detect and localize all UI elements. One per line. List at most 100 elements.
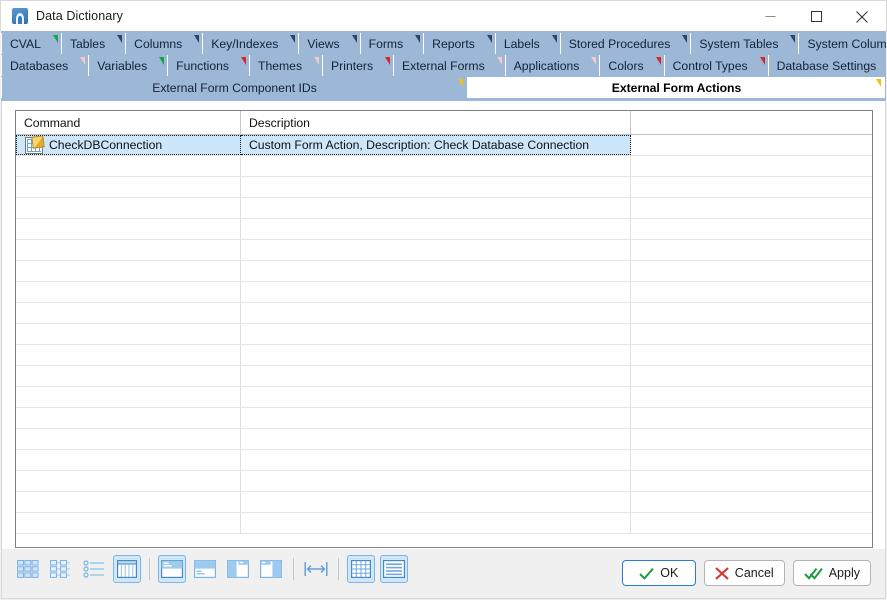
table-row[interactable] <box>16 450 872 471</box>
tab-variables[interactable]: Variables <box>88 55 168 76</box>
ok-button[interactable]: OK <box>621 560 696 586</box>
tab-reports[interactable]: Reports <box>423 33 495 54</box>
cell-description[interactable] <box>241 387 631 407</box>
cell-description[interactable] <box>241 177 631 197</box>
thumbnail-view-icon[interactable] <box>14 555 42 583</box>
cell-command[interactable] <box>16 492 241 512</box>
cell-description[interactable] <box>241 450 631 470</box>
cell-command[interactable] <box>16 261 241 281</box>
tab-labels[interactable]: Labels <box>494 33 560 54</box>
table-row[interactable] <box>16 471 872 492</box>
cell-description[interactable] <box>241 261 631 281</box>
cell-command[interactable] <box>16 198 241 218</box>
list-view-icon[interactable] <box>80 555 108 583</box>
tile-view-icon[interactable] <box>47 555 75 583</box>
grid-view-icon[interactable] <box>113 555 141 583</box>
cell-description[interactable] <box>241 219 631 239</box>
tab-colors[interactable]: Colors <box>599 55 664 76</box>
tab-applications[interactable]: Applications <box>504 55 600 76</box>
tab-databases[interactable]: Databases <box>1 55 89 76</box>
layout-left-preview-icon[interactable] <box>224 555 252 583</box>
cell-description[interactable] <box>241 471 631 491</box>
table-row[interactable] <box>16 429 872 450</box>
cell-command[interactable] <box>16 219 241 239</box>
table-row[interactable] <box>16 408 872 429</box>
cell-command[interactable] <box>16 471 241 491</box>
cell-command[interactable] <box>16 240 241 260</box>
table-row[interactable] <box>16 219 872 240</box>
table-row[interactable] <box>16 282 872 303</box>
tab-external-forms[interactable]: External Forms <box>393 55 505 76</box>
cancel-button[interactable]: Cancel <box>703 560 785 586</box>
close-button[interactable] <box>839 1 885 32</box>
data-grid[interactable]: Command Description CheckDBConnection Cu… <box>15 110 873 548</box>
tab-forms[interactable]: Forms <box>359 33 424 54</box>
table-row[interactable] <box>16 177 872 198</box>
table-row[interactable] <box>16 303 872 324</box>
tab-database-settings[interactable]: Database Settings <box>767 55 886 76</box>
cell-description[interactable] <box>241 156 631 176</box>
table-row[interactable] <box>16 261 872 282</box>
tab-functions[interactable]: Functions <box>167 55 250 76</box>
tab-control-types[interactable]: Control Types <box>663 55 768 76</box>
tab-tables[interactable]: Tables <box>60 33 126 54</box>
layout-bottom-preview-icon[interactable] <box>191 555 219 583</box>
cell-command[interactable] <box>16 303 241 323</box>
cell-command[interactable]: CheckDBConnection <box>16 135 241 155</box>
cell-command[interactable] <box>16 387 241 407</box>
table-grid-icon[interactable] <box>347 555 375 583</box>
cell-command[interactable] <box>16 429 241 449</box>
tab-themes[interactable]: Themes <box>249 55 323 76</box>
table-row[interactable] <box>16 156 872 177</box>
tab-printers[interactable]: Printers <box>322 55 394 76</box>
cell-description[interactable] <box>241 513 631 533</box>
fit-width-icon[interactable] <box>302 555 330 583</box>
cell-description[interactable] <box>241 198 631 218</box>
column-header-command[interactable]: Command <box>16 111 241 134</box>
cell-description[interactable] <box>241 303 631 323</box>
table-row[interactable] <box>16 240 872 261</box>
cell-description[interactable] <box>241 324 631 344</box>
table-rows-icon[interactable] <box>380 555 408 583</box>
layout-right-preview-icon[interactable] <box>257 555 285 583</box>
cell-command[interactable] <box>16 408 241 428</box>
table-row[interactable]: CheckDBConnection Custom Form Action, De… <box>16 135 872 156</box>
table-row[interactable] <box>16 324 872 345</box>
table-row[interactable] <box>16 513 872 534</box>
cell-description[interactable]: Custom Form Action, Description: Check D… <box>241 135 631 155</box>
cell-command[interactable] <box>16 366 241 386</box>
cell-description[interactable] <box>241 492 631 512</box>
cell-description[interactable] <box>241 366 631 386</box>
table-row[interactable] <box>16 366 872 387</box>
table-row[interactable] <box>16 345 872 366</box>
tab-external-form-actions[interactable]: External Form Actions <box>467 77 885 98</box>
cell-command[interactable] <box>16 282 241 302</box>
layout-top-preview-icon[interactable] <box>158 555 186 583</box>
cell-command[interactable] <box>16 177 241 197</box>
cell-command[interactable] <box>16 156 241 176</box>
cell-description[interactable] <box>241 408 631 428</box>
column-header-description[interactable]: Description <box>241 111 631 134</box>
tab-external-form-component-ids[interactable]: External Form Component IDs <box>1 77 467 98</box>
cell-description[interactable] <box>241 282 631 302</box>
maximize-button[interactable] <box>793 1 839 32</box>
cell-command[interactable] <box>16 324 241 344</box>
cell-description[interactable] <box>241 240 631 260</box>
table-row[interactable] <box>16 387 872 408</box>
table-row[interactable] <box>16 198 872 219</box>
tab-columns[interactable]: Columns <box>125 33 203 54</box>
tab-system-columns[interactable]: System Columns <box>798 33 886 54</box>
minimize-button[interactable] <box>747 1 793 32</box>
cell-command[interactable] <box>16 450 241 470</box>
tab-key-indexes[interactable]: Key/Indexes <box>202 33 299 54</box>
tab-system-tables[interactable]: System Tables <box>690 33 799 54</box>
apply-button[interactable]: Apply <box>792 560 871 586</box>
tab-views[interactable]: Views <box>298 33 360 54</box>
tab-cval[interactable]: CVAL <box>1 33 61 54</box>
cell-description[interactable] <box>241 429 631 449</box>
cell-command[interactable] <box>16 513 241 533</box>
tab-stored-procedures[interactable]: Stored Procedures <box>559 33 691 54</box>
table-row[interactable] <box>16 492 872 513</box>
cell-command[interactable] <box>16 345 241 365</box>
cell-description[interactable] <box>241 345 631 365</box>
